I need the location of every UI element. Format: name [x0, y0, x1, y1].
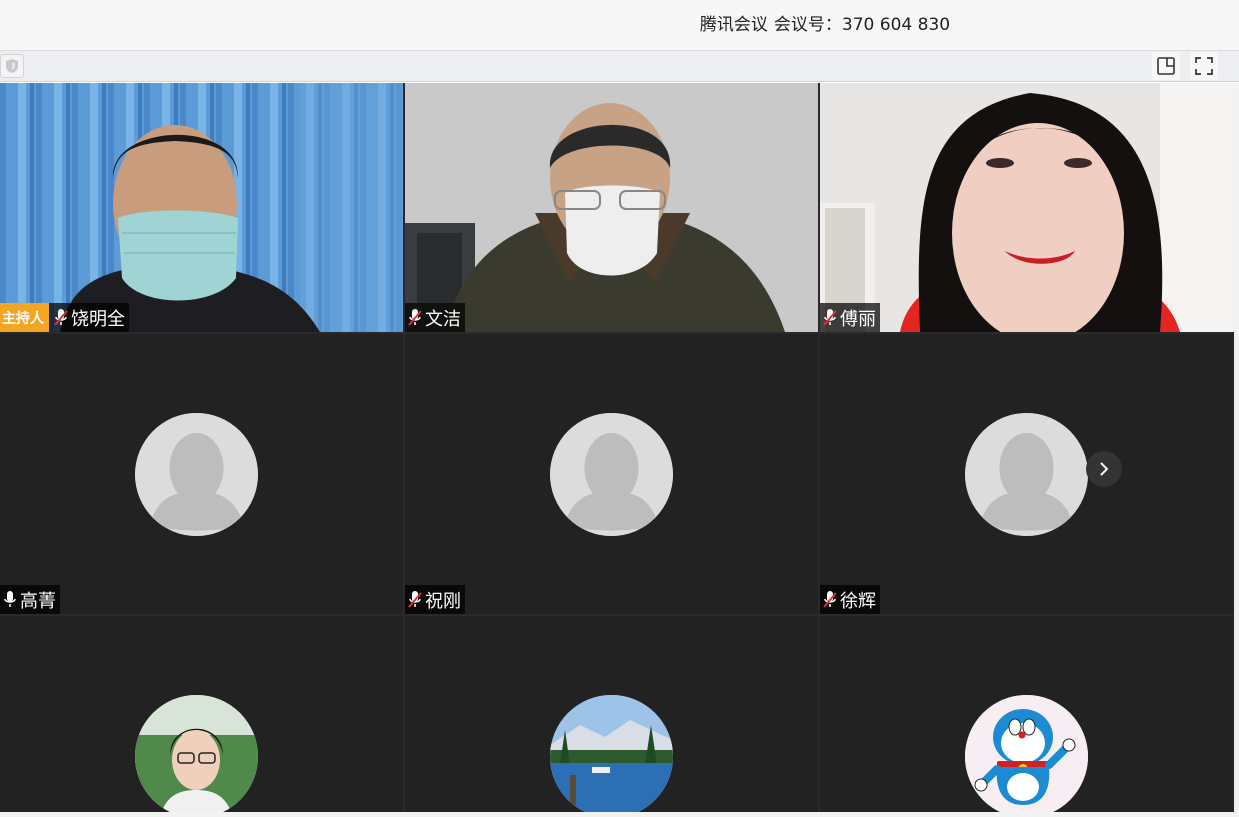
default-person-icon	[550, 413, 673, 536]
mic-muted-icon	[408, 590, 422, 608]
participant-tile[interactable]: 文洁	[405, 83, 818, 332]
name-tag: 文洁	[405, 303, 465, 332]
mic-muted-icon	[408, 308, 422, 326]
doraemon-avatar	[965, 695, 1088, 812]
name-tag: 徐辉	[820, 585, 880, 614]
avatar	[550, 695, 673, 812]
mic-icon	[4, 590, 16, 607]
shield-icon[interactable]	[0, 54, 24, 78]
avatar	[135, 695, 258, 812]
participant-tile[interactable]	[820, 616, 1234, 812]
woman-photo-avatar	[135, 695, 258, 812]
video-grid: 主持人 饶明全 文洁 傅丽 高菁 祝刚 徐辉	[0, 83, 1234, 812]
layout-toggle-button[interactable]	[1152, 52, 1180, 80]
next-page-button[interactable]	[1086, 451, 1122, 487]
name-tag: 祝刚	[405, 585, 465, 614]
participant-tile[interactable]: 徐辉	[820, 334, 1234, 614]
default-person-icon	[965, 413, 1088, 536]
name-tag: 傅丽	[820, 303, 880, 332]
default-person-icon	[135, 413, 258, 536]
scroll-edge	[1234, 83, 1239, 812]
participant-video	[405, 83, 818, 332]
fullscreen-icon	[1195, 57, 1213, 75]
participant-name: 文洁	[425, 308, 461, 330]
avatar	[965, 695, 1088, 812]
participant-name: 祝刚	[425, 590, 461, 612]
participant-name: 徐辉	[840, 590, 876, 612]
toolbar	[0, 50, 1239, 82]
title-bar: 腾讯会议 会议号：370 604 830	[0, 0, 1239, 50]
participant-name: 傅丽	[840, 308, 876, 330]
mic-muted-icon	[823, 590, 837, 608]
mic-muted-icon	[823, 308, 837, 326]
meeting-title: 腾讯会议 会议号：370 604 830	[0, 0, 1239, 50]
app-name: 腾讯会议	[699, 15, 768, 35]
participant-name: 饶明全	[71, 308, 125, 330]
avatar	[965, 413, 1088, 536]
avatar	[135, 413, 258, 536]
participant-video	[0, 83, 403, 332]
lake-landscape-avatar	[550, 695, 673, 812]
name-tag: 高菁	[0, 585, 60, 614]
participant-video	[820, 83, 1234, 332]
participant-name: 高菁	[20, 590, 56, 612]
bottom-edge	[0, 812, 1239, 817]
participant-tile[interactable]: 主持人 饶明全	[0, 83, 403, 332]
fullscreen-button[interactable]	[1190, 52, 1218, 80]
participant-tile[interactable]	[0, 616, 403, 812]
chevron-right-icon	[1100, 462, 1109, 476]
participant-tile[interactable]: 高菁	[0, 334, 403, 614]
meeting-id: 会议号：370 604 830	[773, 15, 951, 35]
name-tag: 主持人 饶明全	[0, 303, 129, 332]
avatar	[550, 413, 673, 536]
layout-toggle-icon	[1157, 57, 1175, 75]
host-badge: 主持人	[0, 303, 49, 332]
participant-tile[interactable]: 祝刚	[405, 334, 818, 614]
participant-tile[interactable]	[405, 616, 818, 812]
mic-muted-icon	[54, 308, 68, 326]
participant-tile[interactable]: 傅丽	[820, 83, 1234, 332]
